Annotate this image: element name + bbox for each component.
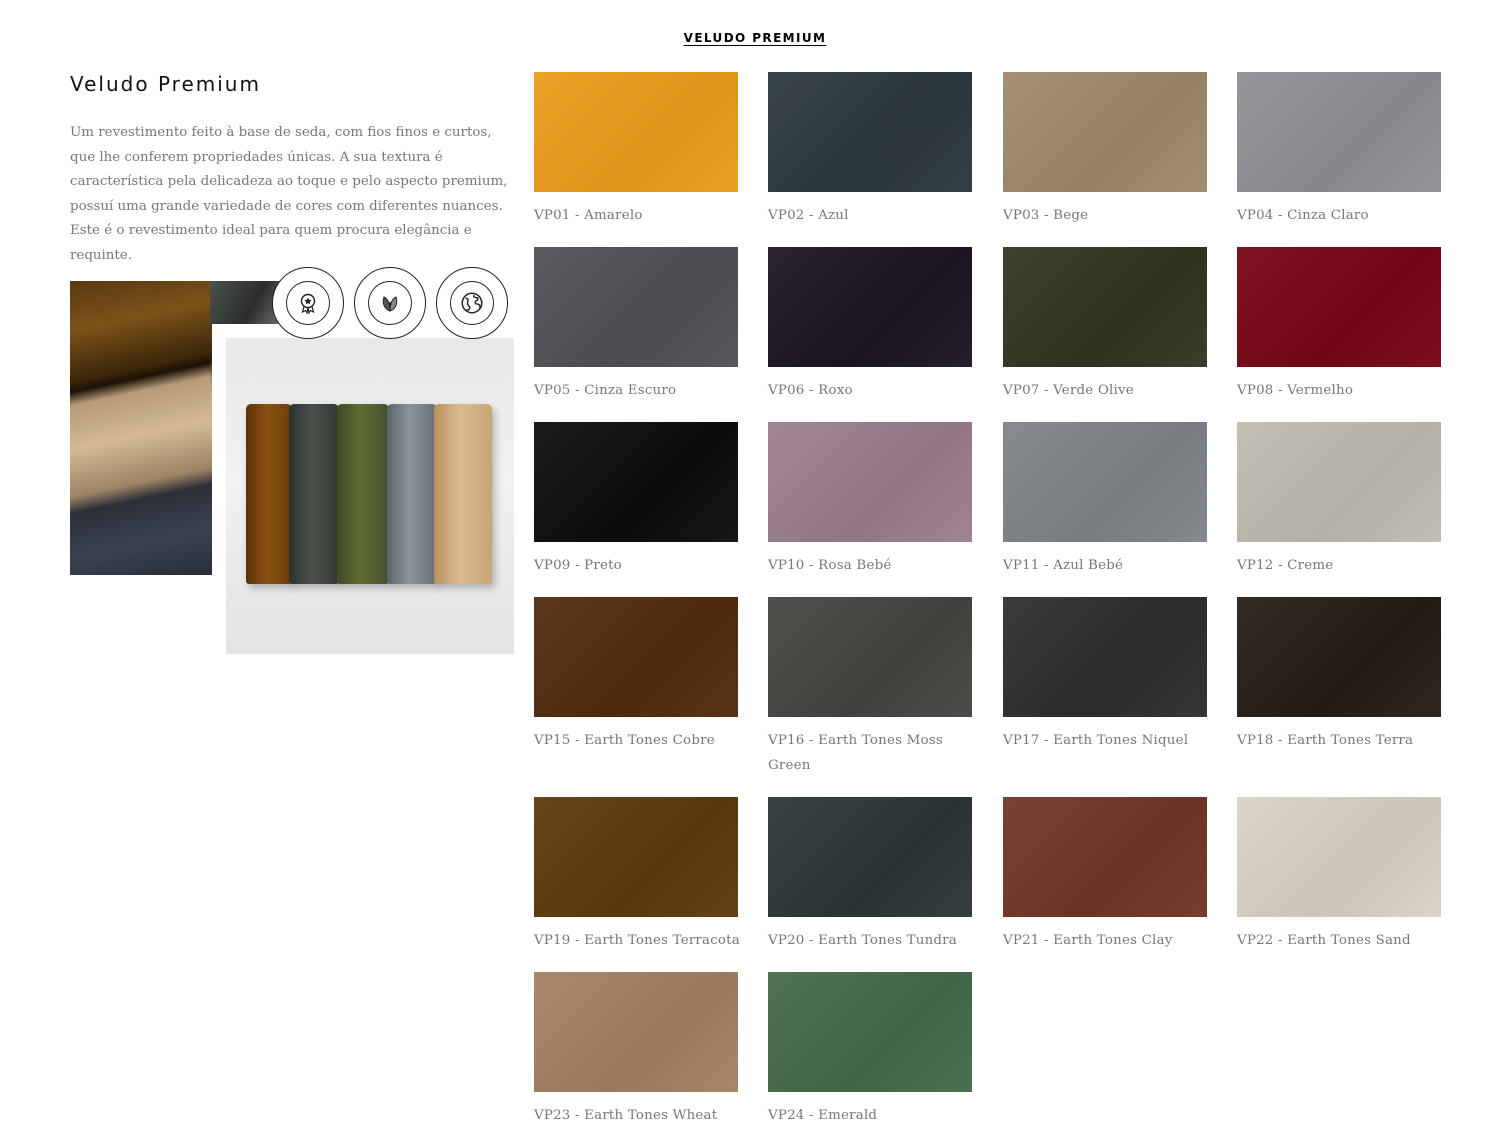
swatch-vp04[interactable]: VP04 - Cinza Claro — [1237, 72, 1447, 228]
swatch-label: VP07 - Verde Olive — [1003, 383, 1134, 398]
swatch-vp23[interactable]: VP23 - Earth Tones Wheat — [534, 972, 744, 1128]
swatch-color[interactable] — [768, 797, 972, 917]
swatch-label: VP18 - Earth Tones Terra — [1237, 733, 1414, 748]
swatch-color[interactable] — [1003, 247, 1207, 367]
eco-globe-icon — [461, 292, 483, 314]
vegan-leaf-icon — [382, 296, 398, 312]
swatch-label: VP09 - Preto — [534, 558, 622, 573]
sample-roll — [387, 404, 437, 584]
swatch-label: VP21 - Earth Tones Clay — [1003, 933, 1173, 948]
swatch-label: VP24 - Emerald — [768, 1108, 878, 1123]
product-description: Um revestimento feito à base de seda, co… — [70, 125, 508, 263]
swatch-label: VP02 - Azul — [768, 208, 849, 223]
swatch-label: VP23 - Earth Tones Wheat — [534, 1108, 718, 1123]
certification-badges — [272, 267, 508, 339]
swatch-color[interactable] — [1237, 597, 1441, 717]
swatch-label: VP04 - Cinza Claro — [1237, 208, 1369, 223]
swatch-vp21[interactable]: VP21 - Earth Tones Clay — [1003, 797, 1213, 953]
swatch-label: VP08 - Vermelho — [1237, 383, 1354, 398]
swatch-color[interactable] — [768, 972, 972, 1092]
swatch-label: VP01 - Amarelo — [534, 208, 643, 223]
swatch-color[interactable] — [1237, 72, 1441, 192]
swatch-label: VP22 - Earth Tones Sand — [1237, 933, 1411, 948]
swatch-vp03[interactable]: VP03 - Bege — [1003, 72, 1213, 228]
swatch-vp10[interactable]: VP10 - Rosa Bebé — [768, 422, 978, 578]
swatch-vp09[interactable]: VP09 - Preto — [534, 422, 744, 578]
swatch-label: VP03 - Bege — [1003, 208, 1089, 223]
swatch-color[interactable] — [768, 72, 972, 192]
velvet-photo-corner — [210, 281, 280, 325]
swatch-color[interactable] — [1237, 422, 1441, 542]
swatch-label: VP17 - Earth Tones Niquel — [1003, 733, 1189, 748]
swatch-label: VP15 - Earth Tones Cobre — [534, 733, 715, 748]
swatch-vp22[interactable]: VP22 - Earth Tones Sand — [1237, 797, 1447, 953]
swatch-vp07[interactable]: VP07 - Verde Olive — [1003, 247, 1213, 403]
swatch-color[interactable] — [1237, 247, 1441, 367]
swatch-vp18[interactable]: VP18 - Earth Tones Terra — [1237, 597, 1447, 753]
swatch-label: VP10 - Rosa Bebé — [768, 558, 892, 573]
page-title: Veludo Premium — [70, 72, 261, 96]
swatch-vp11[interactable]: VP11 - Azul Bebé — [1003, 422, 1213, 578]
veludo-premium-link[interactable]: VELUDO PREMIUM — [0, 31, 1500, 45]
swatch-color[interactable] — [534, 422, 738, 542]
swatch-color[interactable] — [534, 972, 738, 1092]
swatch-vp12[interactable]: VP12 - Creme — [1237, 422, 1447, 578]
premium-coating-badge — [272, 267, 344, 339]
swatch-vp15[interactable]: VP15 - Earth Tones Cobre — [534, 597, 744, 753]
eco-friendly-badge — [436, 267, 508, 339]
swatch-color[interactable] — [768, 597, 972, 717]
swatch-vp20[interactable]: VP20 - Earth Tones Tundra — [768, 797, 978, 953]
swatch-color[interactable] — [1003, 597, 1207, 717]
sample-roll — [289, 404, 339, 584]
velvet-samples-photo — [212, 324, 514, 654]
swatch-label: VP06 - Roxo — [768, 383, 853, 398]
swatch-label: VP05 - Cinza Escuro — [534, 383, 677, 398]
swatch-vp17[interactable]: VP17 - Earth Tones Niquel — [1003, 597, 1213, 753]
swatch-color[interactable] — [768, 422, 972, 542]
swatch-color[interactable] — [1003, 72, 1207, 192]
swatch-vp05[interactable]: VP05 - Cinza Escuro — [534, 247, 744, 403]
sample-roll — [434, 404, 492, 584]
sample-roll — [246, 404, 292, 584]
swatch-label: VP20 - Earth Tones Tundra — [768, 933, 957, 948]
swatch-vp08[interactable]: VP08 - Vermelho — [1237, 247, 1447, 403]
swatch-color[interactable] — [1003, 797, 1207, 917]
swatch-vp19[interactable]: VP19 - Earth Tones Terracota — [534, 797, 744, 953]
swatch-label: VP19 - Earth Tones Terracota — [534, 933, 740, 948]
vegan-badge — [354, 267, 426, 339]
swatch-vp16[interactable]: VP16 - Earth Tones Moss Green — [768, 597, 972, 778]
swatch-color[interactable] — [534, 247, 738, 367]
swatch-label: VP11 - Azul Bebé — [1003, 558, 1124, 573]
swatch-color[interactable] — [534, 597, 738, 717]
swatch-label: VP16 - Earth Tones Moss Green — [768, 733, 943, 773]
swatch-vp24[interactable]: VP24 - Emerald — [768, 972, 978, 1128]
swatch-vp01[interactable]: VP01 - Amarelo — [534, 72, 744, 228]
swatch-vp06[interactable]: VP06 - Roxo — [768, 247, 978, 403]
swatch-color[interactable] — [534, 797, 738, 917]
swatch-vp02[interactable]: VP02 - Azul — [768, 72, 978, 228]
sample-roll — [337, 404, 389, 584]
swatch-color[interactable] — [1003, 422, 1207, 542]
swatch-color[interactable] — [1237, 797, 1441, 917]
swatch-color[interactable] — [534, 72, 738, 192]
swatch-color[interactable] — [768, 247, 972, 367]
swatch-label: VP12 - Creme — [1237, 558, 1334, 573]
premium-award-icon — [300, 293, 316, 315]
